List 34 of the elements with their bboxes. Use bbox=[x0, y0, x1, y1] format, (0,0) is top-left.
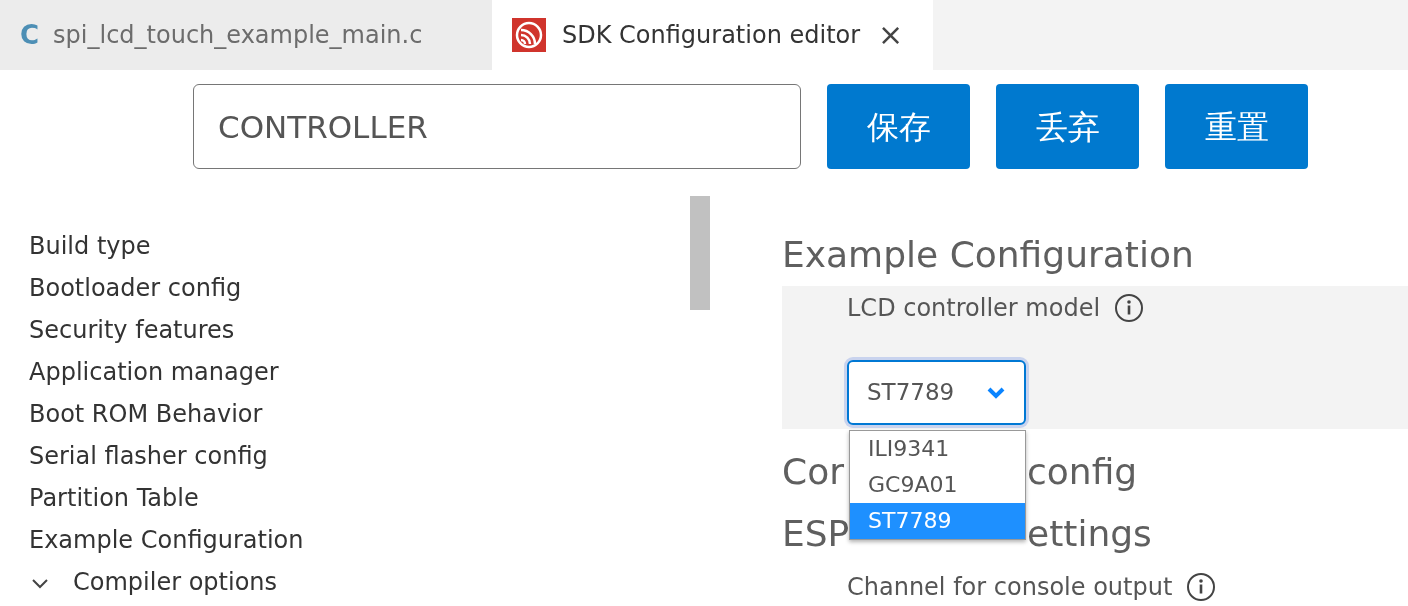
sidebar-item[interactable]: Partition Table bbox=[29, 477, 690, 519]
sidebar-item[interactable]: Security features bbox=[29, 309, 690, 351]
action-button[interactable]: 重置 bbox=[1165, 84, 1308, 169]
sidebar-item[interactable]: Compiler options bbox=[73, 568, 278, 596]
heading-fragment: Cor bbox=[782, 450, 844, 494]
sidebar-item[interactable]: Example Configuration bbox=[29, 519, 690, 561]
info-icon[interactable] bbox=[1186, 572, 1217, 602]
heading-fragment: ettings bbox=[1027, 512, 1152, 556]
tab-label: SDK Configuration editor bbox=[562, 20, 861, 51]
scrollbar-thumb[interactable] bbox=[690, 196, 710, 310]
close-button[interactable]: × bbox=[878, 20, 904, 50]
action-button[interactable]: 丢弃 bbox=[996, 84, 1139, 169]
sidebar-item[interactable]: Build type bbox=[29, 225, 690, 267]
sidebar-item[interactable]: Bootloader config bbox=[29, 267, 690, 309]
tab-label: spi_lcd_touch_example_main.c bbox=[53, 20, 423, 51]
heading-fragment: ESP bbox=[782, 512, 850, 556]
file-type-icon: C bbox=[20, 15, 40, 55]
info-icon[interactable] bbox=[1114, 293, 1145, 323]
tab[interactable]: C spi_lcd_touch_example_main.c bbox=[0, 0, 492, 70]
search-field[interactable]: CONTROLLER bbox=[193, 84, 801, 169]
select-dropdown[interactable]: ST7789 bbox=[847, 360, 1026, 425]
heading-fragment: config bbox=[1027, 450, 1138, 494]
section-heading: Example Configuration bbox=[782, 233, 1195, 277]
sidebar-item[interactable]: Boot ROM Behavior bbox=[29, 393, 690, 435]
option-label: Channel for console output bbox=[847, 572, 1173, 603]
sidebar-item[interactable]: Serial flasher config bbox=[29, 435, 690, 477]
sidebar-item[interactable]: Application manager bbox=[29, 351, 690, 393]
action-button[interactable]: 保存 bbox=[827, 84, 970, 169]
chevron-icon bbox=[986, 385, 1006, 400]
dropdown-option[interactable]: ILI9341 bbox=[850, 431, 1025, 467]
tab[interactable]: SDK Configuration editor × bbox=[492, 0, 933, 70]
dropdown-option[interactable]: GC9A01 bbox=[850, 467, 1025, 503]
logo-icon bbox=[512, 18, 546, 52]
option-label: LCD controller model bbox=[847, 293, 1101, 324]
